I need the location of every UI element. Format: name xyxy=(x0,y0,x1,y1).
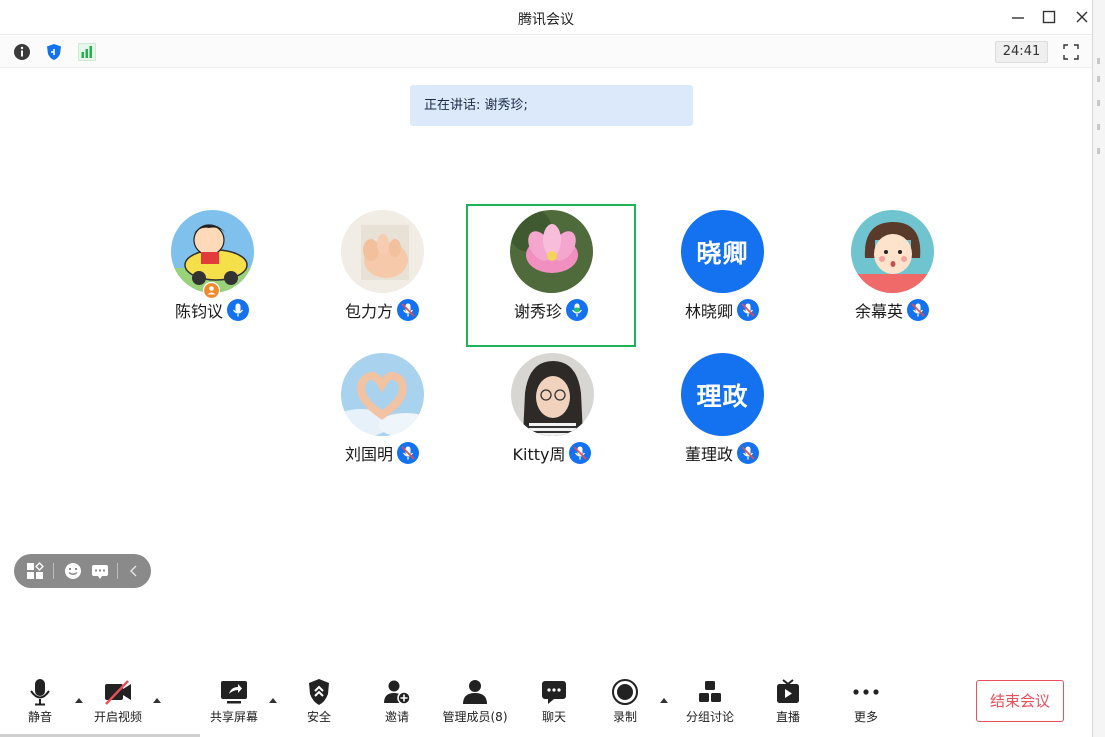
title-bar: 腾讯会议 xyxy=(0,0,1092,35)
participant-name: 刘国明 xyxy=(344,445,393,464)
meeting-toolbar: 静音 开启视频 共享屏幕 安全 邀请 管理成员(8) 聊天 录制 分组讨论 直播… xyxy=(0,668,1092,737)
participant-nameline: Kitty周 xyxy=(467,441,637,465)
more-label: 更多 xyxy=(853,710,878,724)
add-user-icon xyxy=(362,678,432,706)
participant-name: 董理政 xyxy=(684,445,733,464)
microphone-muted-icon xyxy=(397,299,419,321)
initials-avatar: 理政 xyxy=(681,353,764,436)
woman-glasses-avatar xyxy=(511,353,594,436)
breakout-rooms-button[interactable]: 分组讨论 xyxy=(675,678,745,728)
speaking-banner: 正在讲话: 谢秀珍; xyxy=(410,85,693,126)
microphone-muted-icon xyxy=(907,299,929,321)
participant-tile-active-speaker[interactable]: 谢秀珍 xyxy=(466,204,636,347)
participant-nameline: 刘国明 xyxy=(297,441,467,465)
participant-nameline: 董理政 xyxy=(637,441,807,465)
participant-tile[interactable]: 理政 董理政 xyxy=(637,348,807,491)
record-icon xyxy=(590,678,660,706)
info-icon[interactable] xyxy=(12,42,32,62)
participant-name: 陈钧议 xyxy=(174,302,223,321)
live-stream-button[interactable]: 直播 xyxy=(753,678,823,728)
collapse-chevron-icon[interactable] xyxy=(124,561,144,581)
microphone-muted-icon xyxy=(737,442,759,464)
participant-nameline: 陈钧议 xyxy=(127,298,297,322)
microphone-muted-icon xyxy=(569,442,592,464)
caret-up-icon[interactable] xyxy=(152,689,162,703)
fullscreen-icon[interactable] xyxy=(1061,42,1081,62)
separator xyxy=(53,563,54,579)
meeting-timer: 24:41 xyxy=(995,41,1048,63)
shield-icon[interactable] xyxy=(44,42,64,62)
end-meeting-button[interactable]: 结束会议 xyxy=(976,680,1064,722)
participant-name: 谢秀珍 xyxy=(513,302,562,321)
layout-icon[interactable] xyxy=(25,561,45,581)
share-screen-button[interactable]: 共享屏幕 xyxy=(199,678,269,728)
invite-button[interactable]: 邀请 xyxy=(362,678,432,728)
more-dots-icon xyxy=(831,678,901,706)
live-stream-icon xyxy=(753,678,823,706)
participant-tile[interactable]: 包力方 xyxy=(297,205,467,348)
chat-icon xyxy=(519,678,589,706)
microphone-muted-icon xyxy=(397,442,419,464)
caret-up-icon[interactable] xyxy=(659,689,669,703)
separator xyxy=(117,563,118,579)
breakout-rooms-icon xyxy=(675,678,745,706)
members-icon xyxy=(440,678,510,706)
caret-up-icon[interactable] xyxy=(268,689,278,703)
participant-nameline: 包力方 xyxy=(297,298,467,322)
participant-nameline: 林晓卿 xyxy=(637,298,807,322)
participant-name: 林晓卿 xyxy=(684,302,733,321)
lotus-flower-avatar xyxy=(510,210,593,293)
microphone-muted-icon xyxy=(737,299,759,321)
microphone-speaking-icon xyxy=(566,299,588,321)
floating-toolbar xyxy=(14,554,151,588)
start-video-button[interactable]: 开启视频 xyxy=(83,678,153,728)
emoji-icon[interactable] xyxy=(63,561,83,581)
baby-hand-avatar xyxy=(341,210,424,293)
participant-name: Kitty周 xyxy=(512,445,566,464)
video-off-icon xyxy=(83,678,153,706)
share-screen-label: 共享屏幕 xyxy=(209,710,258,724)
participant-nameline: 余幕英 xyxy=(807,298,977,322)
participant-tile[interactable]: Kitty周 xyxy=(467,348,637,491)
manage-members-button[interactable]: 管理成员(8) xyxy=(440,678,510,728)
minimize-icon[interactable] xyxy=(1007,6,1029,28)
record-label: 录制 xyxy=(612,710,637,724)
maximize-icon[interactable] xyxy=(1038,6,1060,28)
participant-tile[interactable]: 陈钧议 xyxy=(127,205,297,348)
cartoon-car-avatar xyxy=(171,210,254,293)
signal-bars-icon[interactable] xyxy=(77,42,97,62)
start-video-label: 开启视频 xyxy=(93,710,142,724)
participant-nameline: 谢秀珍 xyxy=(468,298,634,322)
manage-members-label: 管理成员(8) xyxy=(442,710,508,724)
microphone-icon xyxy=(227,299,249,321)
participant-name: 包力方 xyxy=(344,302,393,321)
security-button[interactable]: 安全 xyxy=(284,678,354,728)
participant-tile[interactable]: 刘国明 xyxy=(297,348,467,491)
close-icon[interactable] xyxy=(1071,6,1093,28)
initials-avatar: 晓卿 xyxy=(681,210,764,293)
participant-tile[interactable]: 余幕英 xyxy=(807,205,977,348)
share-screen-icon xyxy=(199,678,269,706)
chat-button[interactable]: 聊天 xyxy=(519,678,589,728)
window-title: 腾讯会议 xyxy=(518,12,574,28)
security-label: 安全 xyxy=(306,710,331,724)
participant-tile[interactable]: 晓卿 林晓卿 xyxy=(637,205,807,348)
host-badge-icon xyxy=(202,281,221,300)
invite-label: 邀请 xyxy=(384,710,409,724)
participant-name: 余幕英 xyxy=(854,302,903,321)
live-stream-label: 直播 xyxy=(775,710,800,724)
heart-hands-sky-avatar xyxy=(341,353,424,436)
more-button[interactable]: 更多 xyxy=(831,678,901,728)
mute-button[interactable]: 静音 xyxy=(5,678,75,728)
shield-icon xyxy=(284,678,354,706)
meeting-info-bar: 24:41 xyxy=(0,36,1092,68)
cartoon-girl-avatar xyxy=(851,210,934,293)
record-button[interactable]: 录制 xyxy=(590,678,660,728)
breakout-rooms-label: 分组讨论 xyxy=(685,710,734,724)
window-edge xyxy=(1092,0,1105,737)
microphone-icon xyxy=(5,678,75,706)
subtitle-icon[interactable] xyxy=(90,561,110,581)
